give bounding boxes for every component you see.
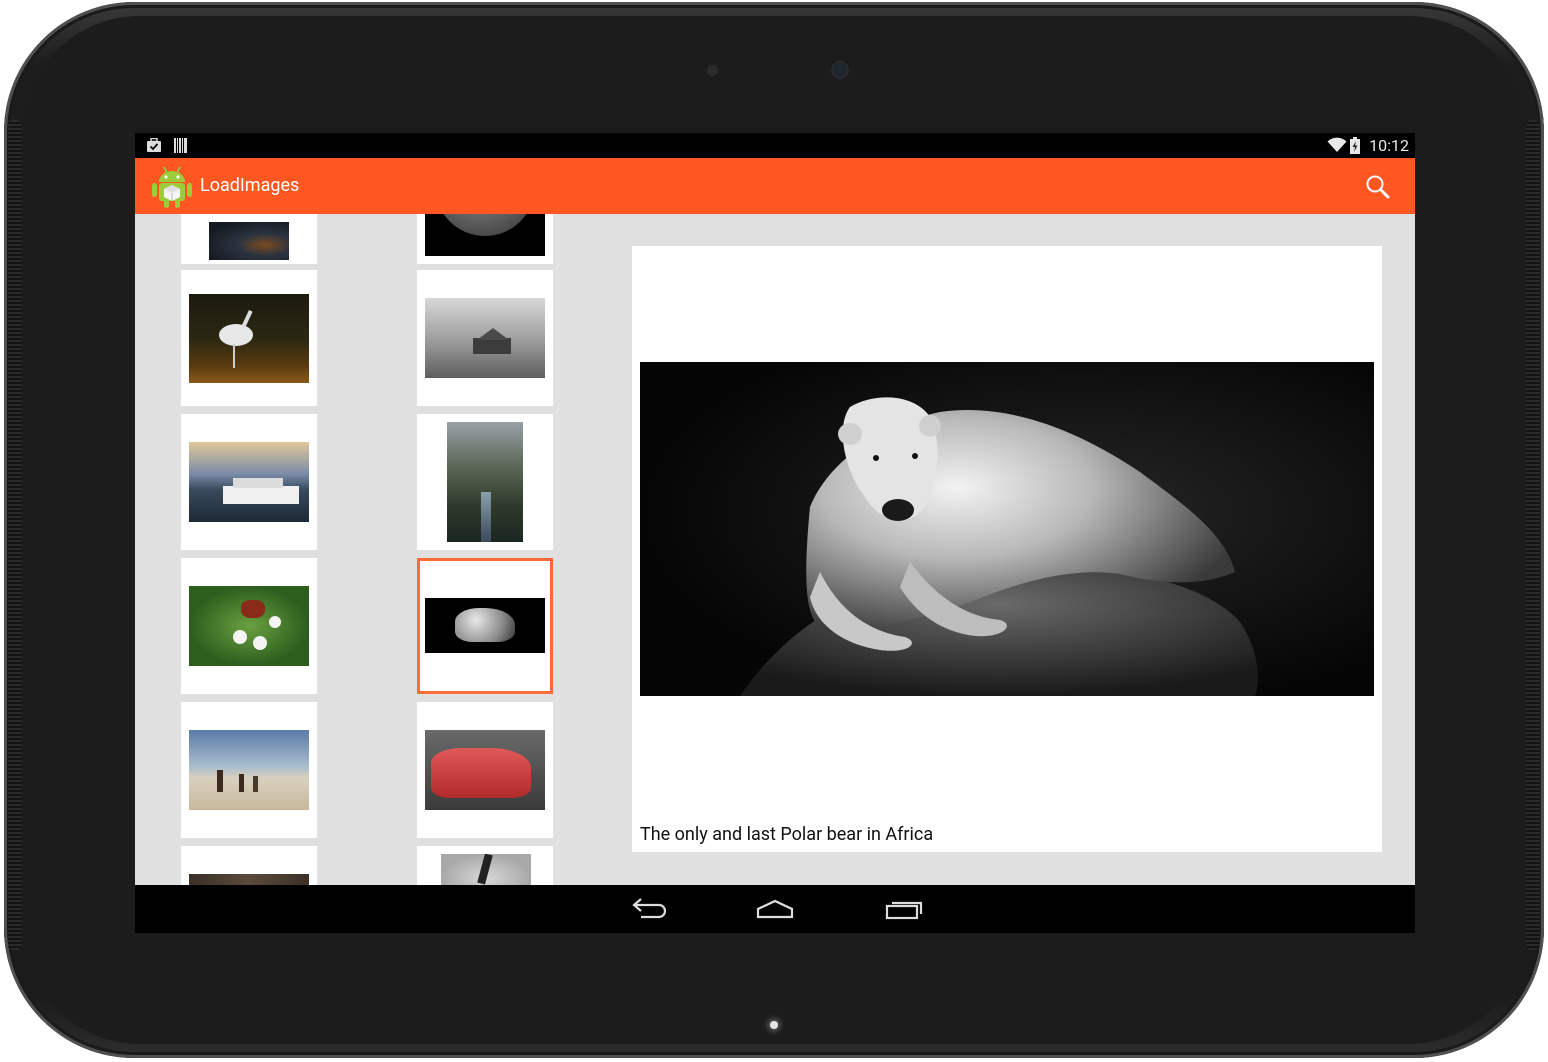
thumbnail-image: [189, 730, 309, 810]
back-icon[interactable]: [627, 895, 667, 923]
gallery-thumbnail[interactable]: [181, 270, 317, 406]
recent-apps-icon[interactable]: [884, 895, 924, 923]
thumbnail-image: [189, 442, 309, 522]
gallery-thumbnail[interactable]: [417, 214, 553, 264]
left-speaker-grill: [8, 120, 22, 950]
image-caption: The only and last Polar bear in Africa: [640, 824, 934, 845]
action-bar: LoadImages: [135, 158, 1415, 214]
thumbnail-image: [447, 422, 523, 542]
briefcase-check-icon: [147, 138, 161, 152]
home-icon[interactable]: [755, 895, 795, 923]
gallery-thumbnail[interactable]: [417, 702, 553, 838]
status-clock: 10:12: [1369, 136, 1409, 155]
light-sensor: [707, 65, 718, 76]
wifi-icon: [1327, 137, 1347, 152]
notification-led: [770, 1021, 778, 1029]
thumbnail-image: [189, 874, 309, 885]
thumbnail-image: [425, 298, 545, 378]
thumbnail-image: [441, 854, 531, 885]
polar-bear-image: [640, 362, 1374, 696]
image-detail-card: The only and last Polar bear in Africa: [632, 246, 1382, 852]
gallery-thumbnail[interactable]: [181, 702, 317, 838]
gallery-thumbnail[interactable]: [181, 214, 317, 264]
status-bar: 10:12: [135, 133, 1415, 158]
battery-icon: [1350, 137, 1360, 154]
gallery-thumbnail[interactable]: [181, 414, 317, 550]
app-title: LoadImages: [200, 175, 300, 196]
gallery-thumbnail[interactable]: [417, 270, 553, 406]
navigation-bar: [135, 885, 1415, 933]
gallery-thumbnail[interactable]: [181, 558, 317, 694]
screen: 10:12 LoadImages The only and last Polar…: [135, 133, 1415, 933]
thumbnail-image: [425, 214, 545, 256]
thumbnail-image: [425, 598, 545, 653]
android-app-icon[interactable]: [151, 163, 193, 209]
search-icon[interactable]: [1363, 172, 1393, 202]
gallery-thumbnail[interactable]: [417, 414, 553, 550]
barcode-icon: [174, 138, 187, 153]
gallery-thumbnail-selected[interactable]: [417, 558, 553, 694]
gallery-thumbnail[interactable]: [417, 846, 553, 885]
detail-image[interactable]: [640, 362, 1374, 696]
thumbnail-image: [189, 294, 309, 383]
thumbnail-image: [425, 730, 545, 810]
front-camera: [833, 63, 847, 77]
thumbnail-image: [189, 586, 309, 666]
content-area: The only and last Polar bear in Africa: [135, 214, 1415, 885]
thumbnail-image: [209, 222, 289, 260]
right-speaker-grill: [1526, 120, 1540, 950]
gallery-thumbnail[interactable]: [181, 846, 317, 885]
